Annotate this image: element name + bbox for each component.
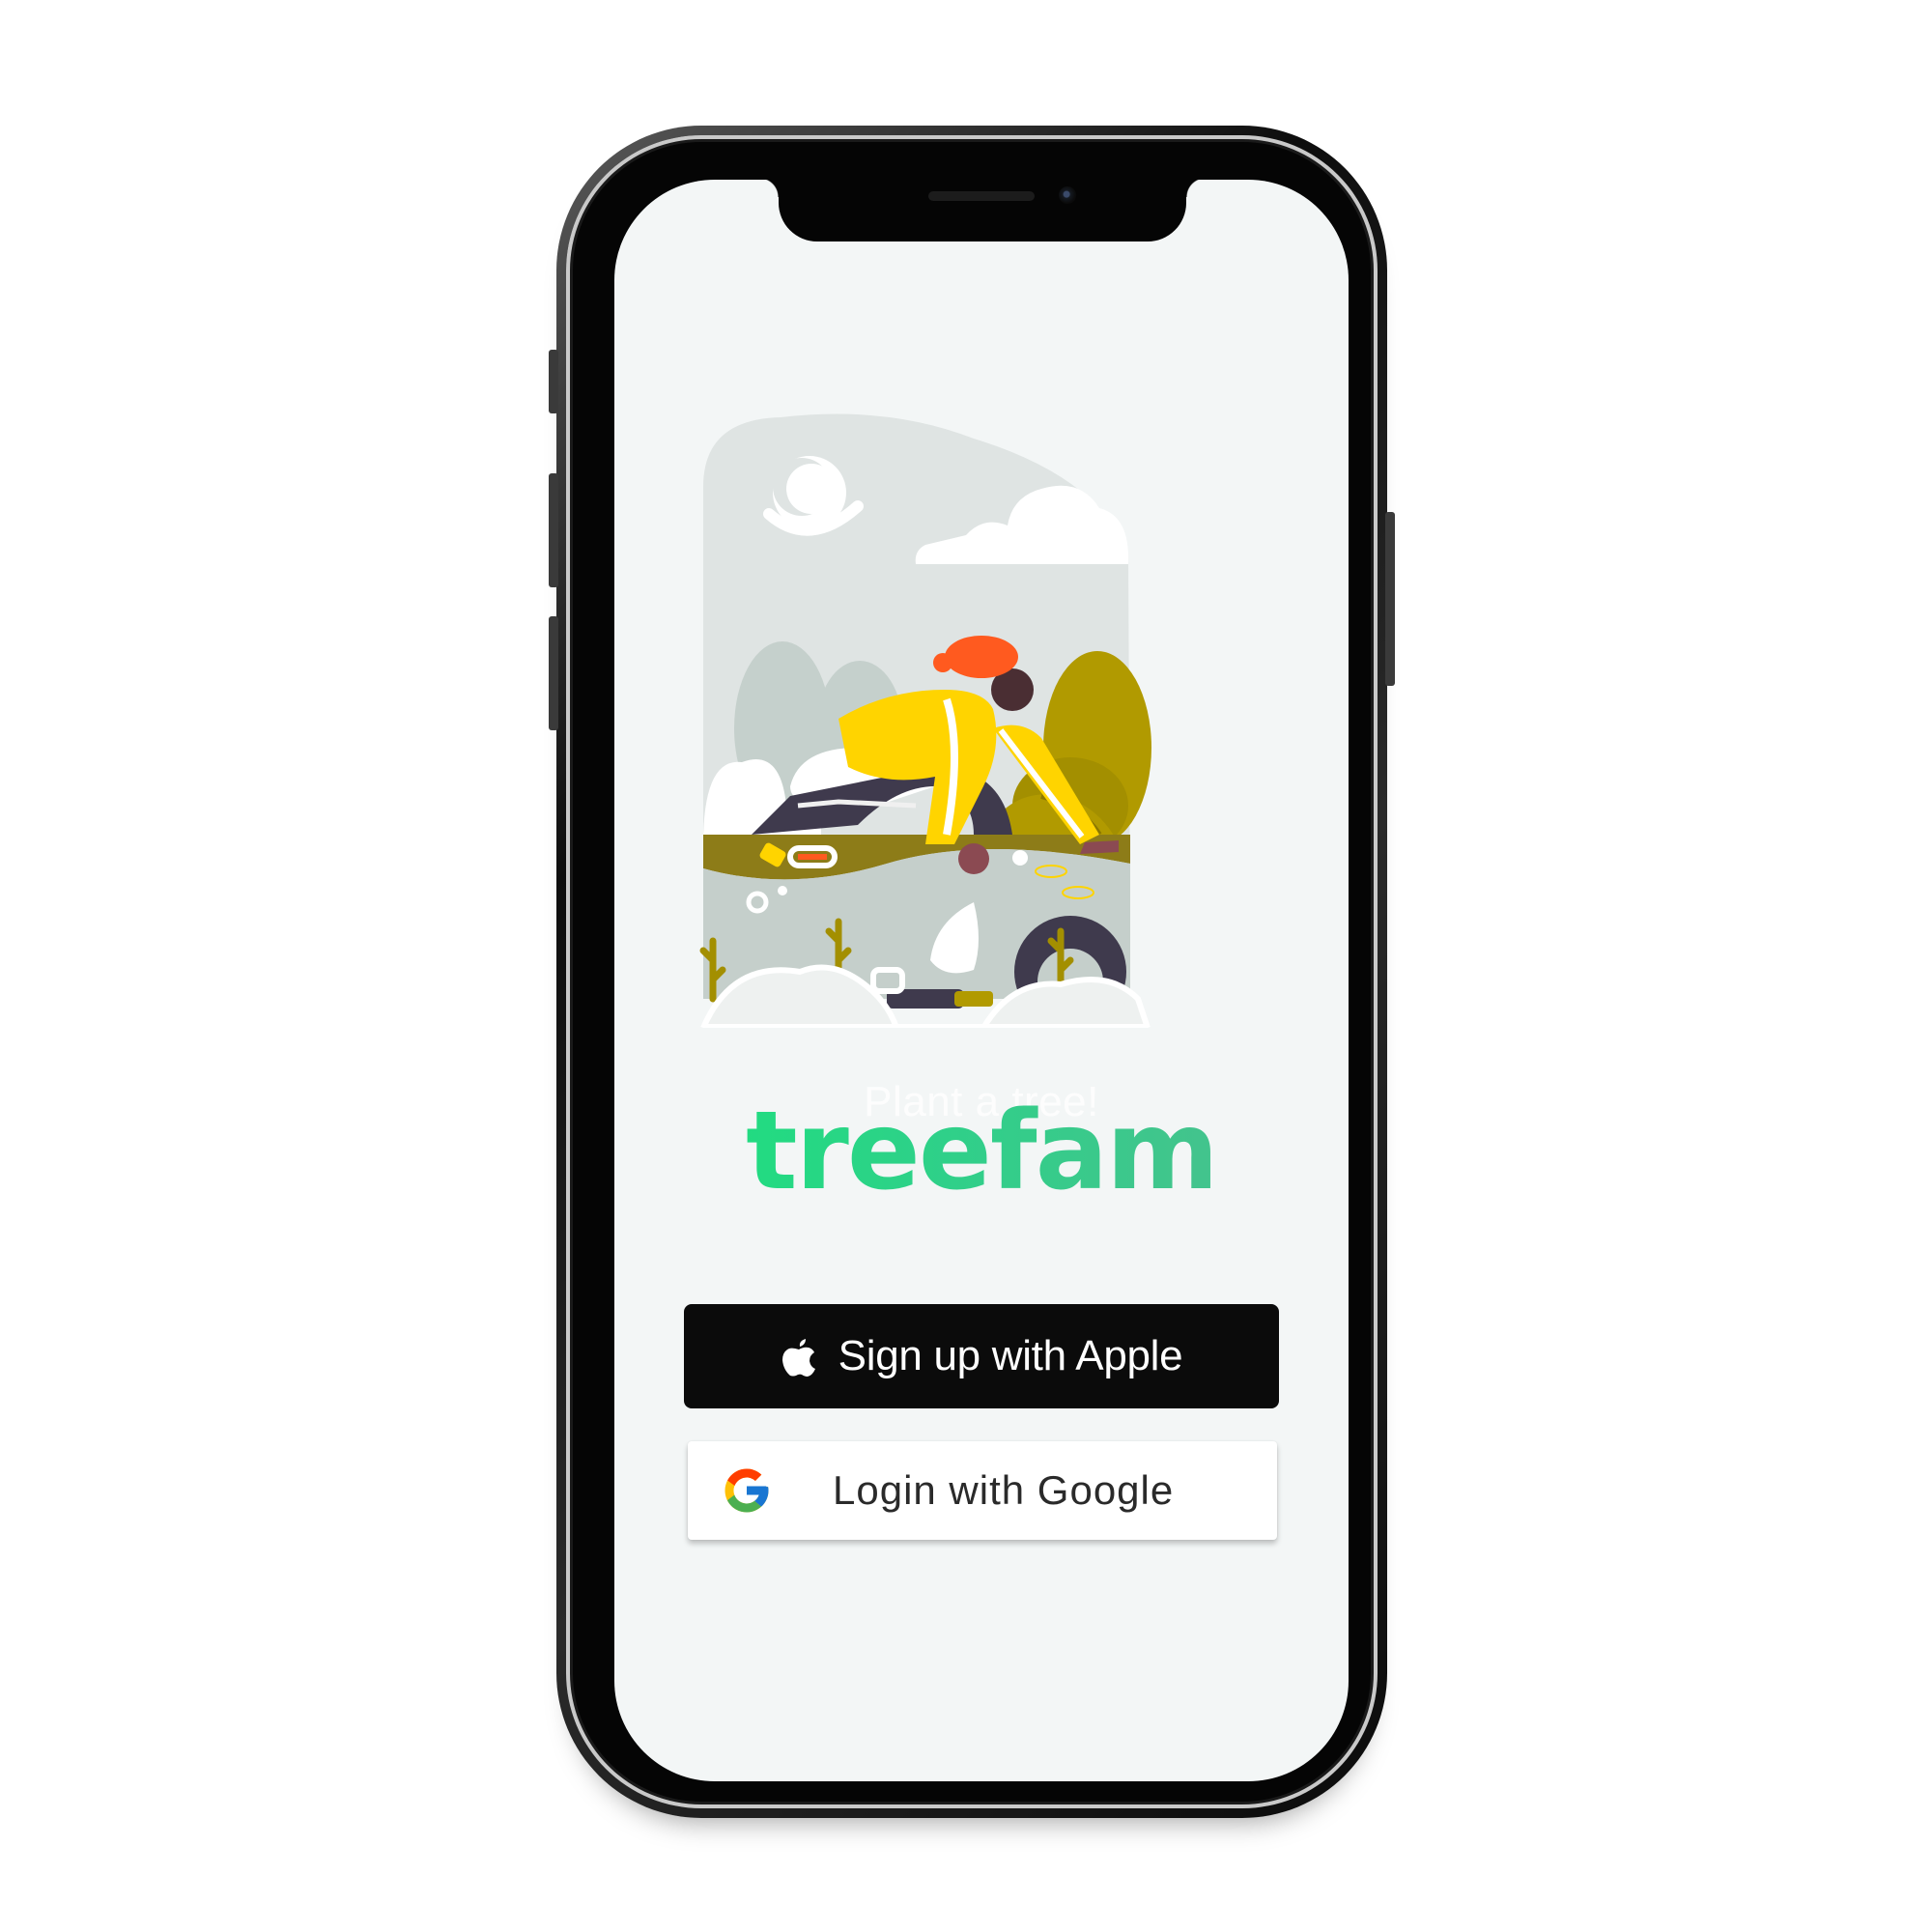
login-with-google-button[interactable]: Login with Google [688, 1441, 1277, 1540]
app-logo: treefam [614, 1097, 1349, 1206]
google-icon [724, 1468, 769, 1513]
sign-up-with-apple-button[interactable]: Sign up with Apple [684, 1304, 1279, 1408]
volume-down-button [549, 616, 558, 730]
silent-switch [549, 350, 558, 413]
earpiece-speaker [928, 191, 1035, 201]
phone-frame: Plant a tree! treefam Sign up with Apple… [549, 126, 1395, 1818]
power-button [1385, 512, 1395, 686]
phone-bezel: Plant a tree! treefam Sign up with Apple… [566, 135, 1378, 1808]
notch [759, 180, 1206, 242]
apple-icon [781, 1339, 815, 1377]
app-screen: Plant a tree! treefam Sign up with Apple… [614, 180, 1349, 1781]
google-button-label: Login with Google [833, 1467, 1175, 1513]
volume-up-button [549, 473, 558, 587]
front-camera-icon [1059, 186, 1076, 204]
apple-button-label: Sign up with Apple [838, 1332, 1183, 1379]
cleanup-illustration [699, 413, 1151, 1028]
